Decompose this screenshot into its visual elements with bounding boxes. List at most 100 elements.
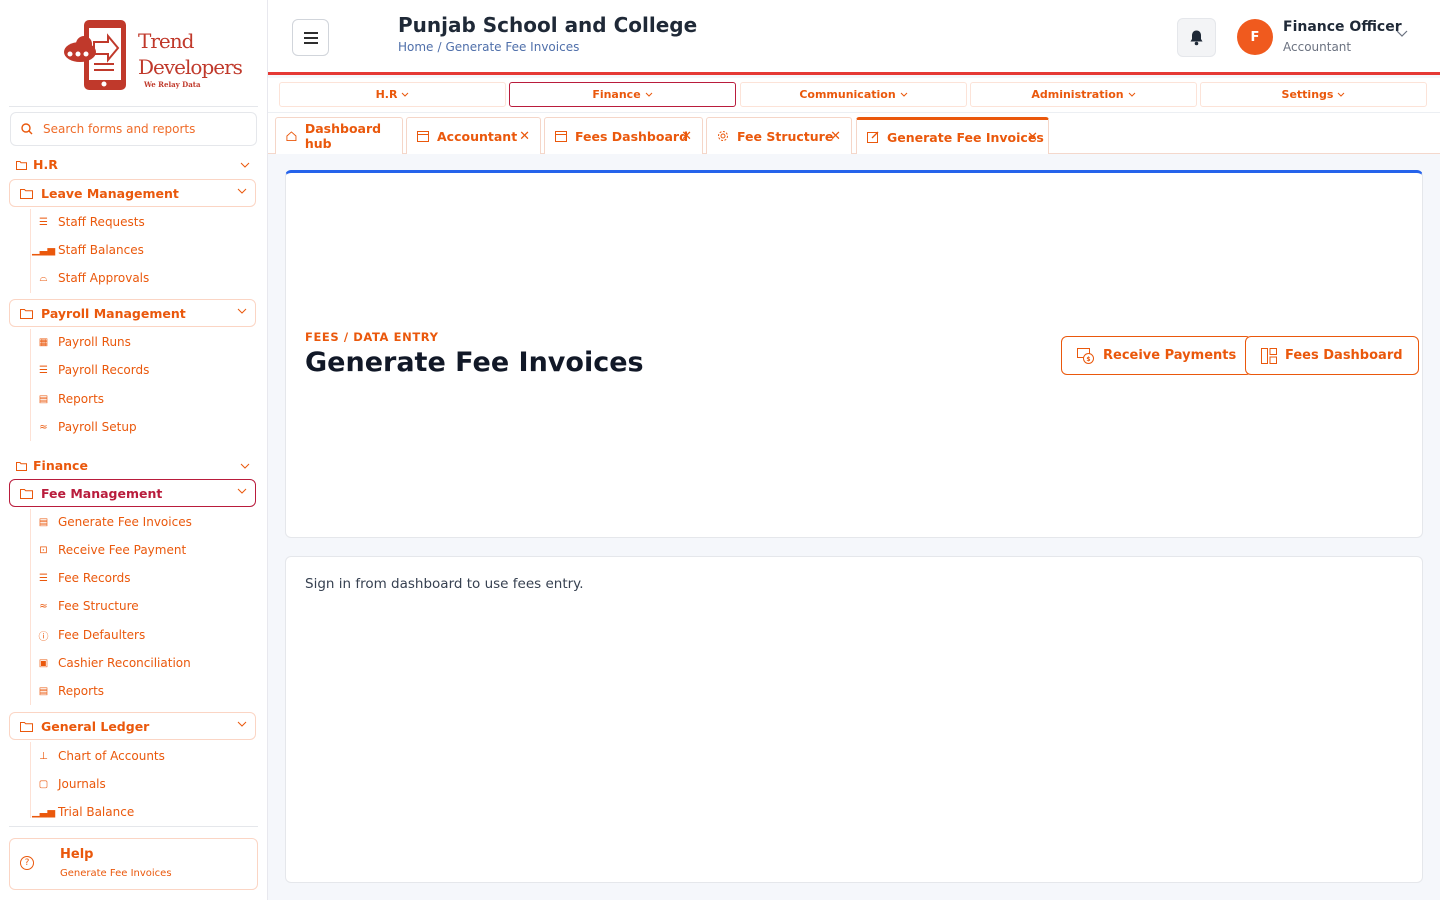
sidebar-group-label: Leave Management — [41, 185, 179, 201]
sidebar-item-journals[interactable]: ▢ Journals — [37, 777, 106, 791]
module-tab-settings[interactable]: Settings — [1200, 82, 1427, 107]
sidebar-menu[interactable]: H.R Leave Management ☰ Staff Requests ▁▃▅… — [0, 150, 268, 818]
window-icon — [555, 130, 567, 142]
chevron-down-icon — [237, 188, 247, 194]
sidebar-item-payroll-reports[interactable]: ▤ Reports — [37, 392, 104, 406]
sidebar-item-payroll-runs[interactable]: ▦ Payroll Runs — [37, 335, 131, 349]
signin-message: Sign in from dashboard to use fees entry… — [305, 576, 584, 592]
sidebar-item-fee-defaulters[interactable]: ⓘ Fee Defaulters — [37, 628, 146, 643]
sidebar-item-label: Generate Fee Invoices — [58, 515, 192, 529]
receive-payments-button[interactable]: $ Receive Payments — [1061, 336, 1253, 375]
sidebar-item-staff-approvals[interactable]: ⌓ Staff Approvals — [37, 271, 150, 285]
module-tab-finance[interactable]: Finance — [509, 82, 736, 107]
help-panel[interactable]: ? Help Generate Fee Invoices — [9, 838, 258, 890]
button-label: Fees Dashboard — [1285, 348, 1403, 363]
sidebar-item-payroll-records[interactable]: ☰ Payroll Records — [37, 363, 149, 377]
tab-generate-fee-invoices[interactable]: Generate Fee Invoices ✕ — [856, 117, 1049, 154]
module-tab-administration[interactable]: Administration — [970, 82, 1197, 107]
breadcrumb-home[interactable]: Home — [398, 40, 433, 54]
sidebar-item-fee-structure[interactable]: ≈ Fee Structure — [37, 599, 139, 613]
chevron-down-icon — [237, 721, 247, 727]
breadcrumb-current: Generate Fee Invoices — [445, 40, 580, 54]
tab-fees-dashboard[interactable]: Fees Dashboard ✕ — [544, 117, 703, 154]
sliders-icon: ≈ — [39, 421, 48, 433]
sidebar-group-payroll-management[interactable]: Payroll Management — [9, 299, 256, 327]
sidebar-item-label: Staff Approvals — [58, 271, 150, 285]
module-tab-communication[interactable]: Communication — [740, 82, 967, 107]
page-eyebrow: FEES / DATA ENTRY — [305, 330, 439, 344]
sidebar-item-cashier-reconciliation[interactable]: ▣ Cashier Reconciliation — [37, 656, 191, 670]
avatar[interactable]: F — [1237, 19, 1273, 55]
button-label: Receive Payments — [1103, 348, 1237, 363]
bell-icon — [1190, 30, 1203, 46]
fee-items: ▤ Generate Fee Invoices ⊡ Receive Fee Paym… — [30, 509, 192, 705]
user-name[interactable]: Finance Officer — [1283, 19, 1402, 35]
tab-dashboard-hub[interactable]: Dashboard hub — [275, 117, 403, 154]
sidebar-item-generate-fee-invoices[interactable]: ▤ Generate Fee Invoices — [37, 515, 192, 529]
sidebar-item-label: Staff Balances — [58, 243, 144, 257]
module-tab-hr[interactable]: H.R — [279, 82, 506, 107]
sidebar-item-chart-of-accounts[interactable]: ⊥ Chart of Accounts — [37, 749, 165, 763]
close-icon[interactable]: ✕ — [681, 129, 692, 144]
sidebar-section-finance[interactable]: Finance — [16, 458, 256, 473]
breadcrumb: Home / Generate Fee Invoices — [398, 40, 579, 54]
sidebar: Trend Developers We Relay Data Search fo… — [0, 0, 268, 900]
chevron-down-icon — [240, 162, 250, 168]
sidebar-item-label: Fee Structure — [58, 599, 139, 613]
sidebar-item-label: Payroll Records — [58, 363, 150, 377]
list-icon: ☰ — [39, 572, 48, 584]
breadcrumb-separator: / — [437, 40, 442, 54]
hierarchy-icon: ⊥ — [39, 750, 48, 762]
sidebar-item-fee-records[interactable]: ☰ Fee Records — [37, 571, 131, 585]
sidebar-item-label: Payroll Runs — [58, 335, 131, 349]
folder-icon — [16, 160, 27, 170]
sidebar-item-staff-requests[interactable]: ☰ Staff Requests — [37, 215, 145, 229]
chevron-down-icon — [900, 92, 908, 97]
ledger-items: ⊥ Chart of Accounts ▢ Journals ▁▃▅ Trial Ba… — [30, 742, 165, 818]
search-input[interactable]: Search forms and reports — [10, 112, 257, 146]
chevron-down-icon — [237, 488, 247, 494]
sidebar-section-hr[interactable]: H.R — [16, 157, 256, 172]
tab-fee-structure[interactable]: Fee Structure ✕ — [706, 117, 852, 154]
menu-toggle-button[interactable] — [292, 19, 329, 56]
sidebar-group-label: General Ledger — [41, 718, 150, 734]
close-icon[interactable]: ✕ — [1027, 130, 1038, 145]
sidebar-item-staff-balances[interactable]: ▁▃▅ Staff Balances — [31, 243, 144, 257]
content-card: Sign in from dashboard to use fees entry… — [285, 556, 1423, 883]
bar-chart-icon: ▁▃▅ — [31, 806, 56, 818]
fees-dashboard-button[interactable]: Fees Dashboard — [1245, 336, 1419, 375]
page-header-card: FEES / DATA ENTRY Generate Fee Invoices … — [285, 170, 1423, 538]
list-icon: ☰ — [39, 364, 48, 376]
brand-tagline: We Relay Data — [144, 80, 201, 89]
divider — [9, 106, 258, 107]
hamburger-icon — [303, 31, 318, 44]
dashboard-icon — [1261, 347, 1277, 364]
bar-chart-icon: ▁▃▅ — [31, 244, 56, 256]
close-icon[interactable]: ✕ — [519, 129, 530, 144]
search-icon — [21, 123, 33, 135]
sidebar-item-receive-fee-payment[interactable]: ⊡ Receive Fee Payment — [37, 543, 186, 557]
chevron-down-icon[interactable] — [1396, 30, 1408, 37]
notifications-button[interactable] — [1177, 18, 1216, 57]
tab-accountant[interactable]: Accountant ✕ — [406, 117, 541, 154]
journal-icon: ▢ — [38, 778, 49, 790]
module-nav: H.R Finance Communication Administration… — [268, 78, 1440, 113]
report-icon: ▤ — [38, 393, 49, 405]
close-icon[interactable]: ✕ — [830, 129, 841, 144]
sidebar-group-leave-management[interactable]: Leave Management — [9, 179, 256, 207]
sidebar-item-payroll-setup[interactable]: ≈ Payroll Setup — [37, 420, 136, 434]
sidebar-item-label: Fee Records — [58, 571, 131, 585]
sidebar-group-general-ledger[interactable]: General Ledger — [9, 712, 256, 740]
sidebar-item-label: Journals — [58, 777, 106, 791]
sidebar-group-fee-management[interactable]: Fee Management — [9, 479, 256, 507]
sliders-icon: ≈ — [39, 600, 48, 612]
sidebar-item-label: Staff Requests — [58, 215, 145, 229]
chevron-down-icon — [1128, 92, 1135, 97]
divider — [9, 826, 258, 827]
sidebar-item-fee-reports[interactable]: ▤ Reports — [37, 684, 104, 698]
sidebar-section-label: Finance — [33, 458, 88, 473]
sidebar-item-trial-balance[interactable]: ▁▃▅ Trial Balance — [31, 805, 134, 818]
tab-label: Fees Dashboard — [575, 128, 689, 144]
top-header: Punjab School and College Home / Generat… — [268, 0, 1440, 75]
user-role: Accountant — [1283, 40, 1352, 54]
